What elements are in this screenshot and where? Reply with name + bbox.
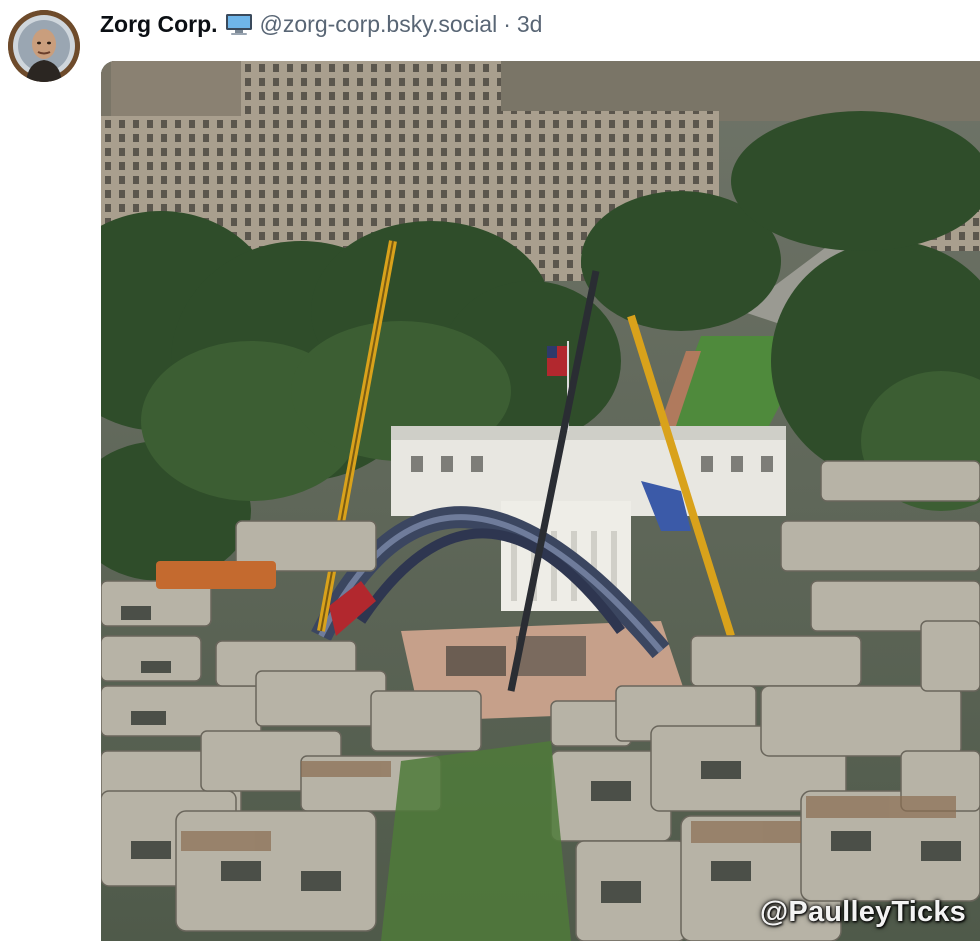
avatar[interactable] (8, 10, 80, 82)
post-timestamp[interactable]: 3d (517, 11, 543, 38)
avatar-image (8, 10, 80, 82)
scene-illustration (101, 61, 980, 941)
author-handle[interactable]: @zorg-corp.bsky.social (260, 11, 498, 38)
post-header: Zorg Corp. @zorg-corp.bsky.social · 3d (100, 8, 542, 40)
post-image[interactable]: @PaulleyTicks (101, 61, 980, 941)
author-name[interactable]: Zorg Corp. (100, 11, 218, 38)
computer-monitor-icon (224, 12, 254, 36)
separator-dot: · (503, 10, 511, 37)
image-watermark: @PaulleyTicks (759, 896, 966, 928)
